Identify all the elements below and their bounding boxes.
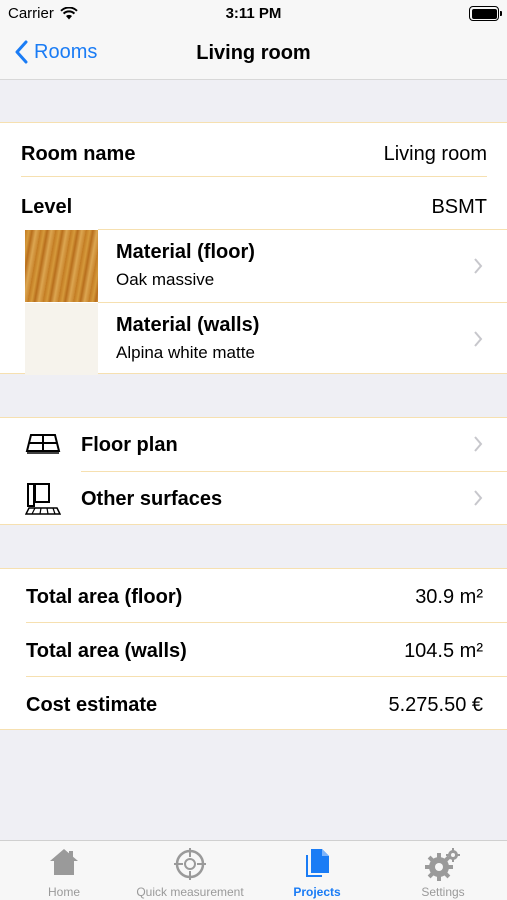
level-row[interactable]: Level BSMT — [0, 177, 507, 229]
gear-icon — [425, 848, 460, 881]
cost-estimate-value: 5.275.50 € — [388, 694, 483, 716]
other-surfaces-label: Other surfaces — [81, 488, 223, 510]
crosshair-icon — [174, 848, 206, 880]
material-floor-value: Oak massive — [116, 270, 215, 289]
level-value: BSMT — [431, 196, 487, 218]
total-area-walls-value: 104.5 m² — [404, 640, 483, 662]
room-name-value: Living room — [383, 143, 487, 165]
floor-plan-row[interactable]: Floor plan — [0, 418, 507, 471]
material-walls-label: Material (walls) — [116, 314, 260, 336]
links-section: Floor plan Other surfaces — [0, 417, 507, 525]
tab-home[interactable]: Home — [1, 841, 127, 900]
room-name-label: Room name — [21, 143, 136, 165]
tab-projects-label: Projects — [293, 885, 341, 899]
cost-estimate-row: Cost estimate 5.275.50 € — [0, 677, 507, 731]
page-title: Living room — [196, 42, 311, 64]
status-bar: Carrier 3:11 PM — [0, 0, 507, 28]
total-area-floor-value: 30.9 m² — [415, 586, 483, 608]
navigation-bar: Rooms Living room — [0, 28, 507, 80]
tab-quick-measurement[interactable]: Quick measurement — [127, 841, 253, 900]
tab-settings[interactable]: Settings — [380, 841, 506, 900]
material-walls-row[interactable]: Material (walls) Alpina white matte — [0, 303, 507, 375]
material-floor-label: Material (floor) — [116, 241, 255, 263]
total-area-walls-label: Total area (walls) — [26, 640, 187, 662]
tab-quick-measurement-label: Quick measurement — [136, 885, 244, 899]
totals-section: Total area (floor) 30.9 m² Total area (w… — [0, 568, 507, 730]
chevron-right-icon — [474, 331, 483, 347]
total-area-floor-label: Total area (floor) — [26, 586, 183, 608]
cost-estimate-label: Cost estimate — [26, 694, 158, 716]
tab-settings-label: Settings — [421, 885, 465, 899]
level-label: Level — [21, 196, 73, 218]
tab-home-label: Home — [47, 885, 80, 899]
room-name-row[interactable]: Room name Living room — [0, 123, 507, 176]
total-area-floor-row: Total area (floor) 30.9 m² — [0, 569, 507, 622]
material-walls-value: Alpina white matte — [116, 343, 255, 362]
battery-icon — [469, 6, 502, 21]
other-surfaces-row[interactable]: Other surfaces — [0, 472, 507, 526]
tab-bar: Home Quick measurement Projects Settings — [0, 840, 507, 900]
material-floor-row[interactable]: Material (floor) Oak massive — [0, 230, 507, 302]
oak-texture-swatch — [25, 230, 98, 302]
chevron-right-icon — [474, 436, 483, 452]
floor-plan-label: Floor plan — [81, 434, 178, 456]
other-surfaces-icon — [25, 483, 61, 515]
projects-icon — [306, 849, 329, 877]
home-icon — [50, 849, 78, 875]
clock: 3:11 PM — [225, 5, 282, 22]
floor-plan-icon — [25, 434, 61, 454]
chevron-right-icon — [474, 258, 483, 274]
chevron-right-icon — [474, 490, 483, 506]
room-details-section: Room name Living room Level BSMT Materia… — [0, 122, 507, 375]
total-area-walls-row: Total area (walls) 104.5 m² — [0, 623, 507, 676]
white-matte-swatch — [25, 303, 98, 375]
tab-projects[interactable]: Projects — [254, 841, 380, 900]
